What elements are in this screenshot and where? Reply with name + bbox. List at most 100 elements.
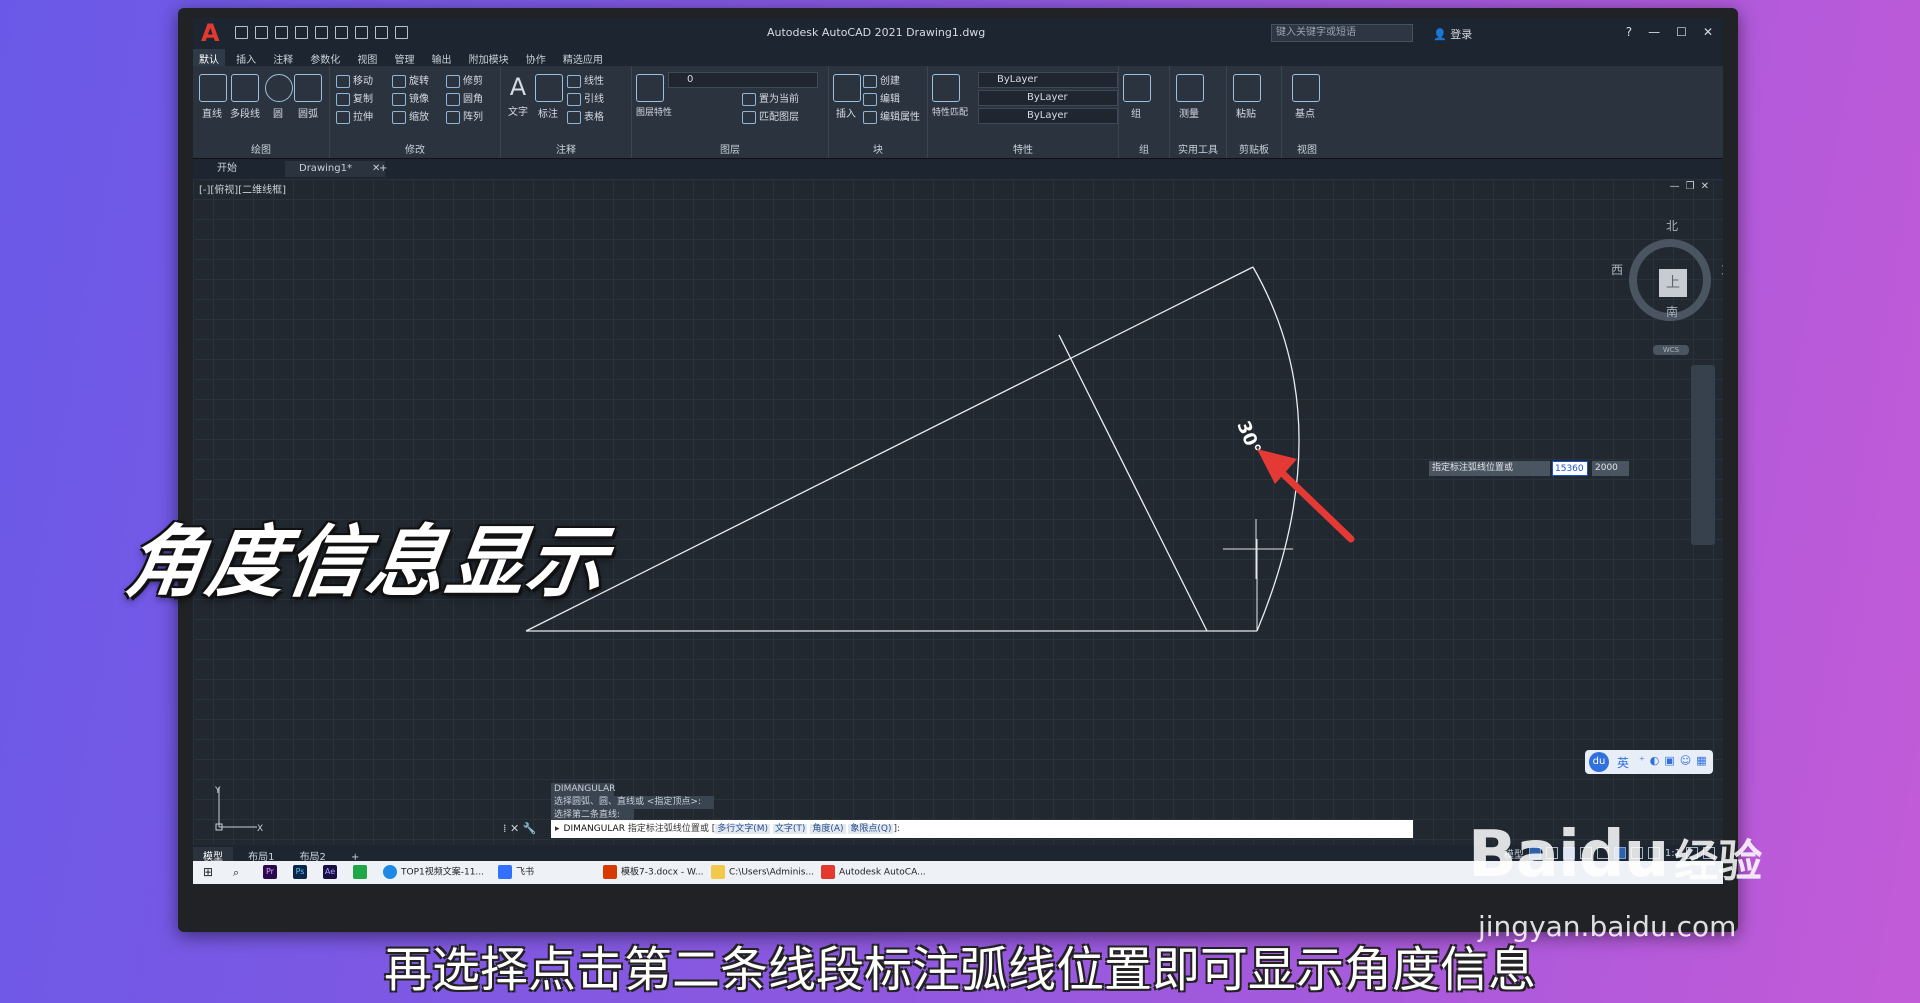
redo-icon[interactable] bbox=[375, 26, 388, 39]
array-button[interactable]: 阵列 bbox=[446, 108, 483, 124]
new-tab-button[interactable]: + bbox=[375, 161, 387, 177]
help-icon[interactable]: ? bbox=[1626, 25, 1632, 39]
first-line[interactable] bbox=[525, 266, 1254, 632]
compass-west[interactable]: 西 bbox=[1611, 261, 1623, 278]
autocad-logo-icon[interactable]: A bbox=[201, 21, 223, 45]
taskbar-item-5[interactable]: Autodesk AutoCA... bbox=[821, 865, 926, 880]
text-button[interactable]: A 文字 bbox=[505, 74, 531, 118]
polyline-button[interactable]: 多段线 bbox=[227, 74, 263, 120]
line-button[interactable]: 直线 bbox=[199, 74, 227, 120]
lineweight-dropdown[interactable]: ByLayer bbox=[978, 108, 1118, 124]
command-line-input[interactable]: ▸ DIMANGULAR 指定标注弧线位置或 [多行文字(M) 文字(T) 角度(… bbox=[551, 820, 1413, 838]
copy-button[interactable]: 复制 bbox=[336, 90, 373, 106]
dynamic-value-secondary[interactable]: 2000 bbox=[1592, 461, 1629, 476]
taskbar-item-2[interactable]: 飞书 bbox=[498, 865, 534, 880]
aftereffects-app[interactable]: Ae bbox=[323, 865, 341, 880]
compass-south[interactable]: 南 bbox=[1666, 303, 1678, 320]
properties-group-label[interactable]: 特性 bbox=[928, 141, 1118, 156]
groups-group-label[interactable]: 组 bbox=[1119, 141, 1169, 156]
leader-button[interactable]: 引线 bbox=[567, 90, 604, 106]
scale-button[interactable]: 缩放 bbox=[392, 108, 429, 124]
premiere-app[interactable]: Pr bbox=[263, 865, 281, 880]
maximize-icon[interactable]: ☐ bbox=[1676, 25, 1687, 39]
measure-button[interactable]: 测量 bbox=[1176, 74, 1204, 120]
save-icon[interactable] bbox=[275, 26, 288, 39]
match-layer-button[interactable]: 匹配图层 bbox=[742, 108, 799, 124]
dimension-button[interactable]: 标注 bbox=[535, 74, 563, 120]
tab-start[interactable]: 开始 bbox=[203, 161, 297, 177]
clipboard-group-label[interactable]: 剪贴板 bbox=[1227, 141, 1281, 156]
taskbar-search-icon[interactable]: ⌕ bbox=[233, 865, 239, 880]
rotate-button[interactable]: 旋转 bbox=[392, 72, 429, 88]
new-file-icon[interactable] bbox=[235, 26, 248, 39]
search-input[interactable]: 键入关键字或短语 bbox=[1271, 24, 1413, 42]
mirror-button[interactable]: 镜像 bbox=[392, 90, 429, 106]
trim-button[interactable]: 修剪 bbox=[446, 72, 483, 88]
login-button[interactable]: 👤 登录 bbox=[1433, 26, 1472, 42]
stretch-button[interactable]: 拉伸 bbox=[336, 108, 373, 124]
taskbar-item-1[interactable]: TOP1视频文案-11... bbox=[383, 865, 484, 880]
print-icon[interactable] bbox=[335, 26, 348, 39]
fillet-button[interactable]: 圆角 bbox=[446, 90, 483, 106]
paste-button[interactable]: 粘贴 bbox=[1233, 74, 1261, 120]
match-properties-button[interactable]: 特性匹配 bbox=[932, 74, 968, 118]
quick-access-toolbar bbox=[235, 26, 408, 39]
inner-line[interactable] bbox=[1058, 334, 1208, 632]
ime-language[interactable]: 英 bbox=[1617, 754, 1629, 771]
photoshop-app[interactable]: Ps bbox=[293, 865, 311, 880]
ime-toolbar[interactable]: du 英 ⁺◐▣☺▦ bbox=[1585, 750, 1713, 774]
ime-logo[interactable]: du bbox=[1589, 752, 1609, 772]
create-block-button[interactable]: 创建 bbox=[863, 72, 900, 88]
taskbar-item-3[interactable]: 模板7-3.docx - W... bbox=[603, 865, 703, 880]
command-option-mtext[interactable]: 多行文字(M) bbox=[715, 824, 771, 834]
layers-group-label[interactable]: 图层 bbox=[632, 141, 828, 156]
command-option-text[interactable]: 文字(T) bbox=[772, 824, 808, 834]
dynamic-value-input[interactable]: 15360 bbox=[1552, 461, 1588, 476]
base-point-button[interactable]: 基点 bbox=[1292, 74, 1320, 120]
table-button[interactable]: 表格 bbox=[567, 108, 604, 124]
minimize-icon[interactable]: — bbox=[1648, 25, 1660, 39]
insert-button[interactable]: 插入 bbox=[833, 74, 861, 120]
wcs-menu[interactable]: WCS bbox=[1653, 345, 1689, 355]
compass-east[interactable]: 东 bbox=[1721, 261, 1723, 278]
share-icon[interactable] bbox=[395, 26, 408, 39]
close-icon[interactable]: ✕ bbox=[1703, 25, 1713, 39]
linetype-dropdown[interactable]: ByLayer bbox=[978, 90, 1118, 106]
edit-attributes-button[interactable]: 编辑属性 bbox=[863, 108, 920, 124]
leader-label: 引线 bbox=[584, 94, 604, 105]
command-line-controls[interactable]: ⁞ ✕ 🔧 bbox=[503, 820, 547, 838]
arc-button[interactable]: 圆弧 bbox=[293, 74, 323, 120]
undo-icon[interactable] bbox=[355, 26, 368, 39]
compass-north[interactable]: 北 bbox=[1666, 217, 1678, 234]
layer-properties-button[interactable]: 图层特性 bbox=[636, 74, 672, 118]
block-group-label[interactable]: 块 bbox=[829, 141, 927, 156]
windows-start-icon[interactable]: ⊞ bbox=[203, 865, 213, 880]
viewcube-top-face[interactable]: 上 bbox=[1659, 269, 1687, 297]
linear-button[interactable]: 线性 bbox=[567, 72, 604, 88]
tab-drawing1[interactable]: Drawing1* ✕ bbox=[285, 161, 385, 177]
command-option-quadrant[interactable]: 象限点(Q) bbox=[848, 824, 894, 834]
draw-group-label[interactable]: 绘图 bbox=[193, 141, 329, 156]
annotation-group-label[interactable]: 注释 bbox=[501, 141, 631, 156]
ime-tool-icons[interactable]: ⁺◐▣☺▦ bbox=[1639, 754, 1712, 767]
taskbar-item-4[interactable]: C:\Users\Adminis... bbox=[711, 865, 814, 880]
plot-icon[interactable] bbox=[315, 26, 328, 39]
open-file-icon[interactable] bbox=[255, 26, 268, 39]
make-current-button[interactable]: 置为当前 bbox=[742, 90, 799, 106]
edit-block-button[interactable]: 编辑 bbox=[863, 90, 900, 106]
navigation-bar[interactable] bbox=[1691, 365, 1715, 545]
sheets-app[interactable] bbox=[353, 865, 371, 880]
svg-text:X: X bbox=[257, 824, 263, 834]
mirror-icon bbox=[392, 92, 406, 106]
utilities-group-label[interactable]: 实用工具 bbox=[1170, 141, 1226, 156]
color-dropdown[interactable]: ByLayer bbox=[978, 72, 1118, 88]
layer-dropdown[interactable]: 0 bbox=[668, 72, 818, 88]
command-option-angle[interactable]: 角度(A) bbox=[810, 824, 846, 834]
save-as-icon[interactable] bbox=[295, 26, 308, 39]
circle-button[interactable]: 圆 bbox=[265, 74, 293, 120]
view-group-label[interactable]: 视图 bbox=[1282, 141, 1332, 156]
modify-group-label[interactable]: 修改 bbox=[330, 141, 500, 156]
viewcube[interactable]: 上 北 南 西 东 WCS bbox=[1611, 211, 1723, 355]
group-button[interactable]: 组 bbox=[1123, 74, 1151, 120]
move-button[interactable]: 移动 bbox=[336, 72, 373, 88]
